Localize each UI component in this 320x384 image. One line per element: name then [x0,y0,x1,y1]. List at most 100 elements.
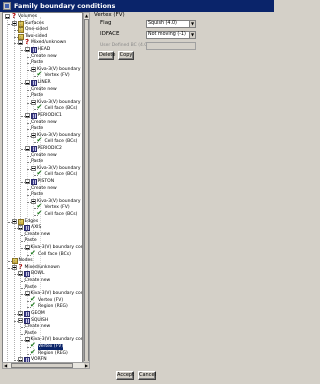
delete-button[interactable]: Delete [98,51,115,60]
tree-item[interactable]: AXIS [18,225,41,232]
tree-item-label: Kiva-3(V) boundary conditions [37,165,82,171]
chevron-down-icon[interactable]: ▼ [189,32,195,38]
tree-item[interactable]: Create new [31,153,57,159]
tree-item[interactable]: Create new [25,278,51,284]
tree-item-label: Vertex (FV) [38,297,64,303]
tree-item-label: Vertex (FV) [44,205,70,211]
tree-item-label: Cell face (BCs) [44,106,78,112]
tree-item-label: Cell face (BCs) [44,139,78,145]
tree-item-label: Create new [31,53,57,59]
tree-item[interactable]: Cell face (BCs) [37,170,78,178]
tree-item-label: Region (REG) [38,350,68,356]
tree-item-label: Create new [31,86,57,92]
check-icon [37,170,44,178]
tree-item[interactable]: Create new [25,232,51,238]
tree-item-label: Kiva-3(V) boundary conditions [37,66,82,72]
tree-item[interactable]: Create new [25,324,51,330]
copy-button[interactable]: Copy [118,51,134,60]
tree-guide-line [33,17,34,361]
flag-select[interactable]: Squish (4.0) ▼ [146,20,196,28]
tree-guide-line [39,17,41,361]
tree-item[interactable]: Edges [11,218,38,225]
tree-item-label: Mixed/unknown [24,264,60,270]
tree-item[interactable]: LINER [24,80,51,86]
scroll-up-arrow-icon[interactable]: ▲ [84,13,89,18]
tree-item-label: Create new [24,324,51,330]
tree-item-label: Create new [31,152,57,158]
tree-item[interactable]: Create new [31,186,57,192]
tree-item-label: Mixed/unknown [31,40,67,46]
chevron-down-icon[interactable]: ▼ [189,21,195,27]
tree-item[interactable]: Region (REG) [30,302,68,310]
title-bar: Family boundary conditions [0,0,274,12]
tree-item-label: Kiva-3(V) boundary conditions [30,337,83,343]
tree-item[interactable]: Mixed/unknown [18,39,67,46]
app-icon [3,2,11,10]
tree-item[interactable]: Cell face (BCs) [30,250,71,258]
tree-item[interactable]: PERIODIC2 [24,146,62,152]
tree-item-label: One-sided [25,27,48,33]
check-icon [37,71,44,79]
tree-item-label: Kiva-3(V) boundary conditions [37,132,82,138]
flag-label: Flag [100,20,112,26]
tree-item[interactable]: Cell face (BCs) [37,137,78,145]
tree-item-label: Create new [24,278,51,283]
tree-item[interactable]: Create new [31,87,57,93]
tree-guide-line [7,17,8,361]
tree-item-label: PERIODIC2 [37,146,62,151]
idface-select[interactable]: Not moving (-1) ▼ [146,31,196,39]
tree-item-label: Kiva-3(V) boundary conditions [30,291,83,297]
tree-guide-line [20,17,21,361]
panel-heading: Vertex (FV) [94,12,125,18]
vertical-scrollbar[interactable]: ▲ ▼ [83,12,90,367]
tree-item[interactable]: Region (REG) [30,349,68,357]
properties-panel: Vertex (FV) Flag Squish (4.0) ▼ IDFACE N… [92,12,274,362]
tree-item-label: Vertex (FV) [38,344,64,350]
user-defined-bc-field [146,42,196,50]
tree-item[interactable]: Cell face (BCs) [37,104,78,112]
accept-button[interactable]: Accept [116,371,134,380]
family-tree[interactable]: VolumesSurfacesOne-sidedTwo-sidedMixed/u… [2,12,83,367]
tree-item[interactable]: GEOM [18,311,45,317]
check-icon [37,104,44,112]
tree-item-label: PERIODIC1 [37,113,62,118]
tree-item-label: Kiva-3(V) boundary conditions [37,99,82,105]
tree-item-label: Cell face (BCs) [44,212,78,217]
tree-guide-line [13,17,15,361]
tree-item-label: Region (REG) [38,304,68,310]
folder-icon [18,27,24,34]
user-defined-bc-label: User Defined BC (4.0) [100,43,149,48]
tree-item[interactable]: Mixed/unknown [11,264,60,271]
check-icon [30,349,37,357]
cancel-button[interactable]: Cancel [138,371,156,380]
tree-item[interactable]: PERIODIC1 [24,113,62,119]
tree-item-label: Create new [31,185,57,191]
vertical-scroll-thumb[interactable] [84,19,89,362]
dialog-window: Family boundary conditions VolumesSurfac… [0,0,274,384]
tree-item-label: Cell face (BCs) [38,251,71,257]
tree-item-label: Vertex (FV) [44,73,70,79]
tree-item[interactable]: HEAD [24,47,50,53]
tree-item-label: Create new [24,231,51,237]
tree-item-label: Kiva-3(V) boundary conditions [37,198,82,204]
tree-item-label: Kiva-3(V) boundary conditions [30,245,83,250]
tree-item[interactable]: Vertex (FV) [37,71,70,79]
dialog-footer: Accept Cancel [0,367,274,384]
tree-item[interactable]: BOWL [18,271,45,278]
window-title: Family boundary conditions [14,2,116,10]
tree-item-label: Cell face (BCs) [44,172,78,178]
tree-item-label: Create new [31,119,57,125]
tree-item[interactable]: Cell face (BCs) [37,210,78,218]
tree-item[interactable]: Create new [31,120,57,126]
check-icon [30,302,37,310]
flag-value: Squish (4.0) [148,21,177,26]
check-icon [37,137,44,145]
folder-icon [11,258,18,265]
idface-value: Not moving (-1) [148,32,186,37]
tree-guide-line [26,17,28,361]
idface-label: IDFACE [100,31,120,37]
check-icon [37,210,44,218]
folder-icon [18,33,24,40]
check-icon [30,250,37,258]
tree-item[interactable]: Create new [31,54,57,60]
